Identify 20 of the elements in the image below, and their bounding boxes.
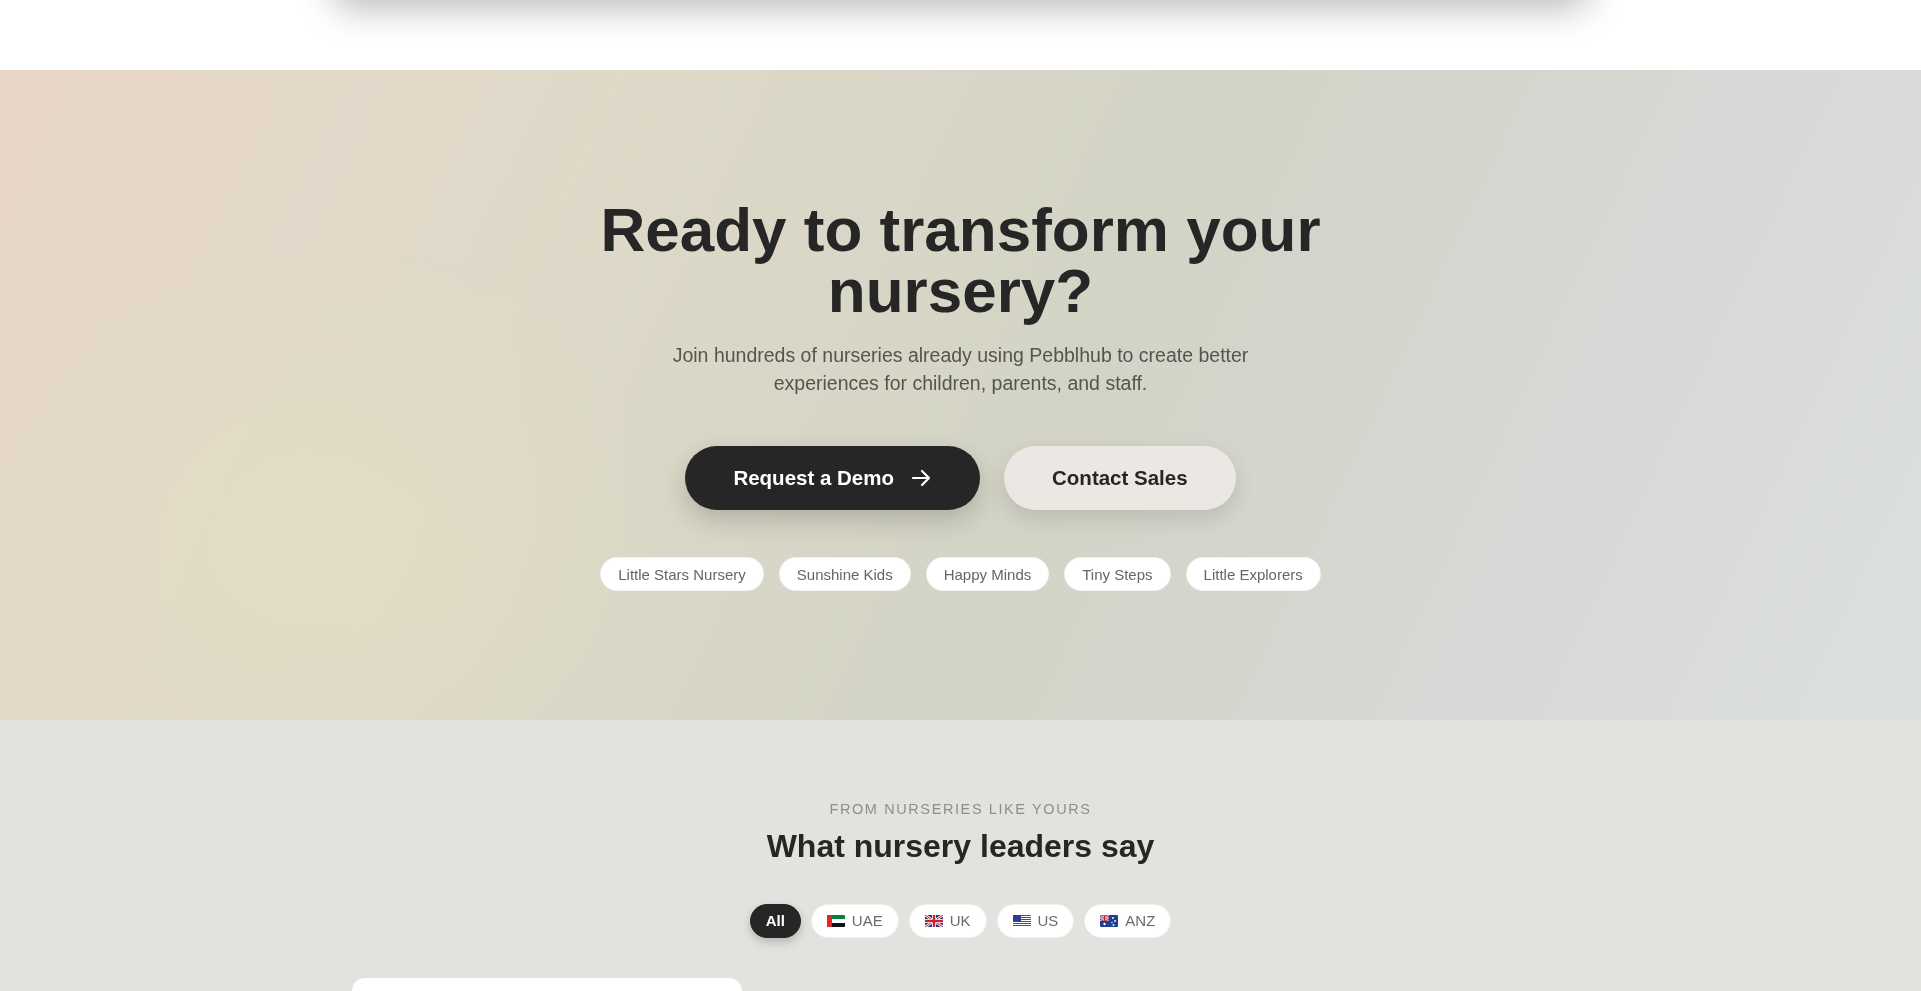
flag-icon [924, 915, 943, 927]
region-filter-tab[interactable]: UK [908, 904, 987, 938]
nursery-name-tag: Tiny Steps [1064, 557, 1171, 591]
nursery-name-tag: Little Explorers [1185, 557, 1321, 591]
flag-icon [826, 915, 845, 927]
nursery-name-tag: Happy Minds [925, 557, 1050, 591]
nursery-name-tag: Little Stars Nursery [600, 557, 764, 591]
hero-subtitle: Join hundreds of nurseries already using Pebblhub to create better experiences for children, parents, and staff. [671, 343, 1250, 396]
section-heading: What nursery leaders say [766, 827, 1155, 866]
section-eyebrow: FROM NURSERIES LIKE YOURS [829, 800, 1092, 819]
flag-icon [1100, 915, 1119, 927]
flag-icon [1012, 915, 1031, 927]
contact-sales-button[interactable]: Contact Sales [1004, 446, 1236, 510]
region-filter-tab[interactable]: UAE [810, 904, 899, 938]
region-filter-tab[interactable]: US [996, 904, 1075, 938]
arrow-right-icon [910, 467, 933, 489]
request-demo-button[interactable]: Request a Demo [685, 446, 981, 510]
nursery-name-tag: Sunshine Kids [778, 557, 911, 591]
region-filter-tab[interactable]: ANZ [1084, 904, 1172, 938]
region-filter-tab[interactable]: All [749, 904, 801, 938]
